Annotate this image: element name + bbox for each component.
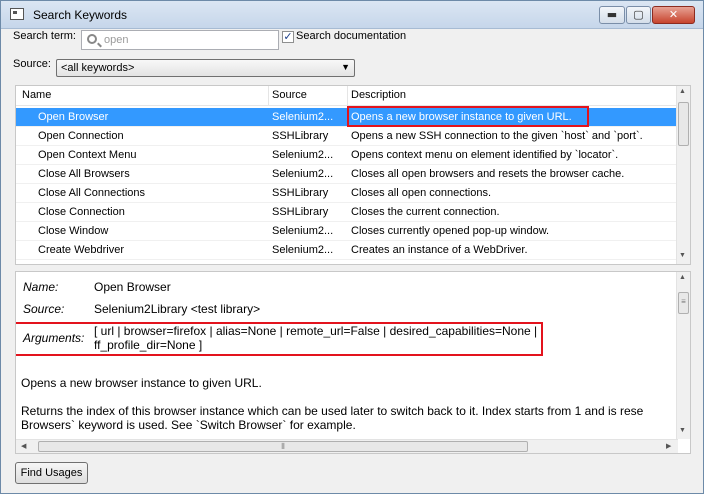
- search-keywords-window: Search Keywords ▬ ▢ ✕ Search term: open …: [0, 0, 704, 494]
- table-row[interactable]: Open Browser Selenium2... Opens a new br…: [16, 108, 678, 127]
- column-header-description[interactable]: Description: [351, 89, 406, 101]
- keyword-name: Open Connection: [38, 130, 124, 142]
- scroll-down-arrow-icon[interactable]: ▼: [679, 427, 686, 434]
- arguments-value-line1: [ url | browser=firefox | alias=None | r…: [94, 324, 538, 338]
- find-usages-button[interactable]: Find Usages: [15, 462, 88, 484]
- keyword-source: Selenium2...: [272, 168, 334, 180]
- doc-body-line1: Returns the index of this browser instan…: [21, 404, 644, 418]
- keyword-source: SSHLibrary: [272, 187, 329, 199]
- keyword-source: SSHLibrary: [272, 206, 329, 218]
- search-documentation-checkbox[interactable]: ✓: [282, 31, 294, 43]
- source-dropdown[interactable]: <all keywords> ▼: [56, 59, 355, 77]
- details-vertical-scrollbar[interactable]: ▲ ≡ ▼: [676, 272, 690, 439]
- keyword-description: Opens a new browser instance to given UR…: [351, 111, 572, 123]
- scroll-right-arrow-icon[interactable]: ▶: [666, 442, 671, 450]
- keyword-source: Selenium2...: [272, 244, 334, 256]
- table-row[interactable]: Open Connection SSHLibrary Opens a new S…: [16, 127, 678, 146]
- table-vertical-scrollbar[interactable]: ▲ ▼: [676, 86, 690, 264]
- keyword-description: Opens context menu on element identified…: [351, 149, 619, 161]
- search-input[interactable]: open: [81, 30, 279, 50]
- keyword-name: Open Browser: [38, 111, 109, 123]
- table-row[interactable]: Create Webdriver Selenium2... Creates an…: [16, 241, 678, 260]
- title-bar[interactable]: Search Keywords ▬ ▢ ✕: [1, 1, 703, 29]
- table-scroll-thumb[interactable]: [678, 102, 689, 146]
- scroll-up-arrow-icon[interactable]: ▲: [679, 88, 686, 95]
- table-row[interactable]: Close All Browsers Selenium2... Closes a…: [16, 165, 678, 184]
- table-header: Name Source Description: [16, 86, 678, 106]
- table-row[interactable]: Close All Connections SSHLibrary Closes …: [16, 184, 678, 203]
- doc-body-line2: Browsers` keyword is used. See `Switch B…: [21, 418, 356, 432]
- chevron-down-icon: ▼: [341, 62, 350, 72]
- keyword-description: Closes all open connections.: [351, 187, 492, 199]
- table-row[interactable]: Open Context Menu Selenium2... Opens con…: [16, 146, 678, 165]
- scroll-up-arrow-icon[interactable]: ▲: [679, 274, 686, 281]
- column-header-name[interactable]: Name: [22, 89, 51, 101]
- doc-summary: Opens a new browser instance to given UR…: [21, 376, 262, 390]
- details-hscroll-thumb[interactable]: ⦀: [38, 441, 528, 452]
- keyword-description: Creates an instance of a WebDriver.: [351, 244, 528, 256]
- scroll-left-arrow-icon[interactable]: ◀: [21, 442, 26, 450]
- keyword-source: Selenium2...: [272, 149, 334, 161]
- search-documentation-label[interactable]: Search documentation: [296, 30, 406, 42]
- window-title: Search Keywords: [33, 8, 128, 22]
- keyword-name: Close All Connections: [38, 187, 146, 199]
- name-value: Open Browser: [94, 280, 171, 294]
- column-divider[interactable]: [347, 86, 348, 106]
- details-horizontal-scrollbar[interactable]: ◀ ⦀ ▶: [16, 439, 678, 453]
- app-window-icon: [10, 8, 24, 20]
- keyword-name: Close Connection: [38, 206, 125, 218]
- keyword-source: Selenium2...: [272, 111, 334, 123]
- table-row[interactable]: Close Connection SSHLibrary Closes the c…: [16, 203, 678, 222]
- keyword-name: Close All Browsers: [38, 168, 130, 180]
- minimize-button[interactable]: ▬: [599, 6, 625, 24]
- source-detail-value: Selenium2Library <test library>: [94, 302, 261, 316]
- arguments-label: Arguments:: [23, 331, 85, 345]
- source-detail-label: Source:: [23, 302, 65, 316]
- keyword-details-panel: Name: Open Browser Source: Selenium2Libr…: [15, 271, 691, 454]
- arguments-value-line2: ff_profile_dir=None ]: [94, 338, 203, 352]
- search-term-label: Search term:: [13, 30, 76, 42]
- search-placeholder: open: [104, 34, 129, 46]
- name-label: Name:: [23, 280, 59, 294]
- table-row[interactable]: Close Window Selenium2... Closes current…: [16, 222, 678, 241]
- keyword-name: Open Context Menu: [38, 149, 137, 161]
- column-header-source[interactable]: Source: [272, 89, 307, 101]
- keyword-description: Closes the current connection.: [351, 206, 500, 218]
- details-scroll-thumb[interactable]: ≡: [678, 292, 689, 314]
- keyword-table: Name Source Description Open Browser Sel…: [15, 85, 691, 265]
- scroll-down-arrow-icon[interactable]: ▼: [679, 252, 686, 259]
- keyword-description: Opens a new SSH connection to the given …: [351, 130, 643, 142]
- source-label: Source:: [13, 58, 51, 70]
- source-dropdown-value: <all keywords>: [61, 62, 135, 74]
- keyword-description: Closes all open browsers and resets the …: [351, 168, 625, 180]
- keyword-name: Create Webdriver: [38, 244, 124, 256]
- search-icon: [87, 34, 97, 44]
- keyword-name: Close Window: [38, 225, 109, 237]
- close-button[interactable]: ✕: [652, 6, 695, 24]
- keyword-source: SSHLibrary: [272, 130, 329, 142]
- column-divider[interactable]: [268, 86, 269, 106]
- keyword-description: Closes currently opened pop-up window.: [351, 225, 550, 237]
- keyword-source: Selenium2...: [272, 225, 334, 237]
- maximize-button[interactable]: ▢: [626, 6, 651, 24]
